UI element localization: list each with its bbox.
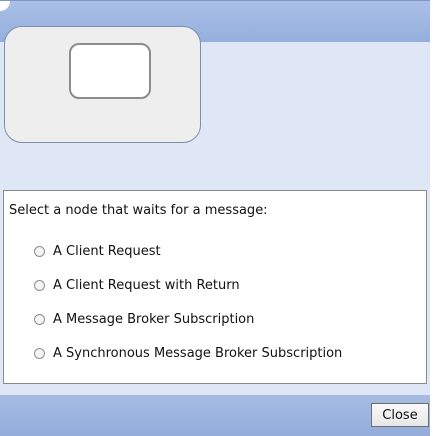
option-synchronous-message-broker-subscription[interactable]: A Synchronous Message Broker Subscriptio… <box>34 344 342 362</box>
titlebar-corner <box>0 1 10 11</box>
dialog-footer: Close <box>0 395 430 436</box>
node-preview-shape <box>69 43 151 99</box>
selection-prompt: Select a node that waits for a message: <box>9 203 268 218</box>
option-label: A Client Request <box>53 243 161 259</box>
radio-button[interactable] <box>34 347 45 359</box>
message-node-options: Select a node that waits for a message: … <box>3 190 427 384</box>
radio-button[interactable] <box>34 245 45 257</box>
node-preview-tab <box>4 26 201 143</box>
node-selection-dialog: Select a node that waits for a message: … <box>0 0 438 436</box>
option-label: A Synchronous Message Broker Subscriptio… <box>53 345 343 361</box>
option-message-broker-subscription[interactable]: A Message Broker Subscription <box>34 310 254 328</box>
radio-button[interactable] <box>34 279 45 291</box>
option-client-request[interactable]: A Client Request <box>34 242 161 260</box>
radio-button[interactable] <box>34 313 45 325</box>
option-label: A Client Request with Return <box>53 277 240 293</box>
option-client-request-with-return[interactable]: A Client Request with Return <box>34 276 240 294</box>
option-label: A Message Broker Subscription <box>53 311 255 327</box>
close-button[interactable]: Close <box>371 403 429 427</box>
dialog-right-edge <box>430 0 438 436</box>
